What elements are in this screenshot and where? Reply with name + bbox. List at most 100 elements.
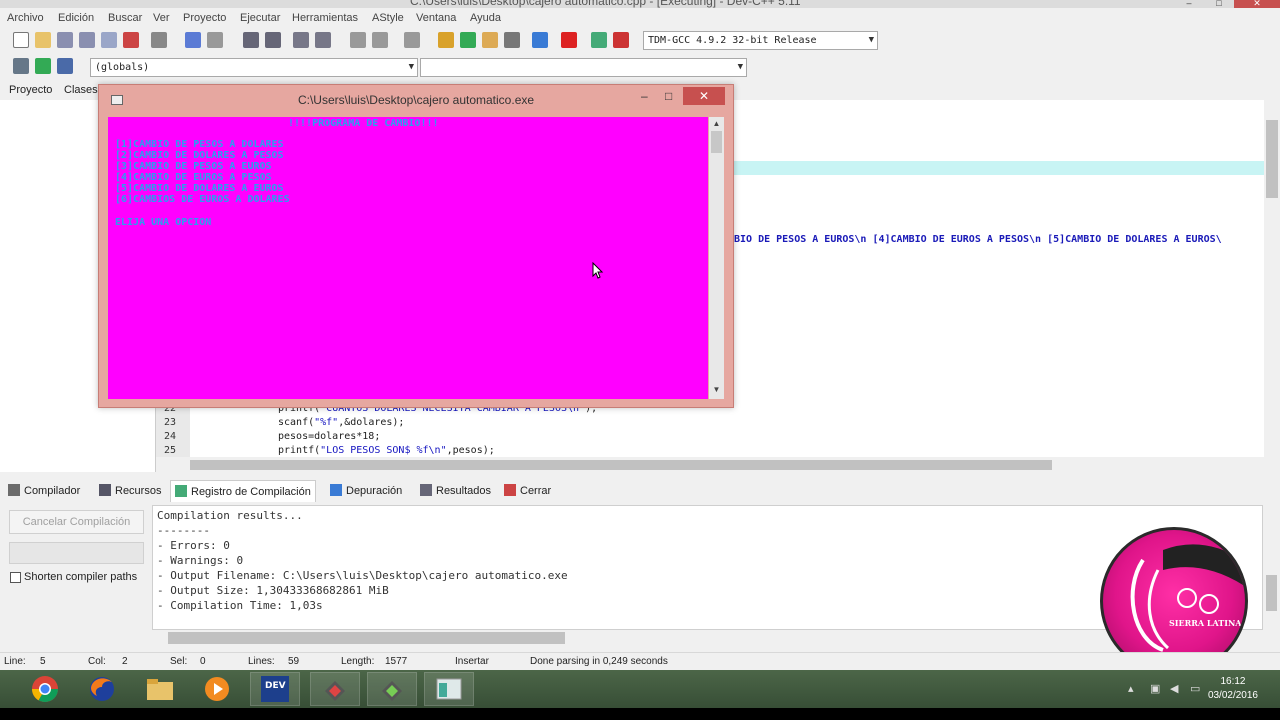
debug-icon[interactable]	[613, 32, 629, 48]
chevron-down-icon: ▼	[408, 62, 414, 72]
compile-log[interactable]: Compilation results... -------- - Errors…	[152, 505, 1263, 630]
compile-run-icon[interactable]	[482, 32, 498, 48]
taskbar: DEV ▴ ▣ ◀ ▭ 16:12 03/02/2016	[0, 670, 1280, 708]
network-icon[interactable]: ▣	[1150, 682, 1160, 695]
new-file-icon[interactable]	[13, 32, 29, 48]
undo-icon[interactable]	[185, 32, 201, 48]
menu-astyle[interactable]: AStyle	[372, 12, 404, 24]
console-minimize-button[interactable]: –	[641, 89, 648, 103]
console-option: [1]CAMBIO DE PESOS A DOLARES	[115, 139, 284, 150]
console-close-button[interactable]: ✕	[683, 87, 725, 105]
firefox-icon[interactable]	[77, 672, 127, 706]
menu-herramientas[interactable]: Herramientas	[292, 12, 358, 24]
editor-vertical-scrollbar[interactable]	[1264, 100, 1280, 457]
scrollbar-thumb[interactable]	[190, 460, 1052, 470]
tab-depuracion[interactable]: Depuración	[330, 480, 402, 502]
profile-icon[interactable]	[591, 32, 607, 48]
scroll-down-icon[interactable]: ▼	[709, 385, 724, 394]
devcpp-icon[interactable]: DEV	[250, 672, 300, 706]
menu-ver[interactable]: Ver	[153, 12, 170, 24]
clock[interactable]: 16:12 03/02/2016	[1208, 675, 1258, 703]
tab-cerrar[interactable]: Cerrar	[504, 480, 551, 502]
console-title-bar[interactable]: C:\Users\luis\Desktop\cajero automatico.…	[99, 85, 733, 113]
console-maximize-button[interactable]: □	[665, 89, 672, 103]
class-browser-icon[interactable]	[13, 58, 29, 74]
toggle-comment-icon[interactable]	[404, 32, 420, 48]
tab-clases[interactable]: Clases	[64, 84, 98, 96]
tab-compilador[interactable]: Compilador	[8, 480, 80, 502]
scrollbar-thumb[interactable]	[1266, 120, 1278, 198]
menu-buscar[interactable]: Buscar	[108, 12, 142, 24]
run-icon[interactable]	[460, 32, 476, 48]
cancel-compilation-button[interactable]: Cancelar Compilación	[9, 510, 144, 534]
check-syntax-icon[interactable]	[532, 32, 548, 48]
scrollbar-thumb[interactable]	[1266, 575, 1277, 611]
open-icon[interactable]	[35, 32, 51, 48]
menu-proyecto[interactable]: Proyecto	[183, 12, 226, 24]
editor-horizontal-scrollbar[interactable]	[156, 457, 1264, 473]
console-option: [4]CAMBIO DE EUROS A PESOS	[115, 172, 272, 183]
goto-line-icon[interactable]	[293, 32, 309, 48]
scroll-up-icon[interactable]: ▲	[709, 119, 724, 128]
member-select[interactable]: ▼	[420, 58, 747, 77]
app-icon[interactable]	[367, 672, 417, 706]
console-output[interactable]: !!!!PROGRAMA DE CAMBIO!!! [1]CAMBIO DE P…	[108, 117, 708, 399]
rebuild-icon[interactable]	[504, 32, 520, 48]
menu-ayuda[interactable]: Ayuda	[470, 12, 501, 24]
maximize-button[interactable]: □	[1204, 0, 1234, 8]
replace-icon[interactable]	[265, 32, 281, 48]
unindent-icon[interactable]	[372, 32, 388, 48]
menu-edicion[interactable]: Edición	[58, 12, 94, 24]
app-icon[interactable]	[310, 672, 360, 706]
media-player-icon[interactable]	[192, 672, 242, 706]
print-icon[interactable]	[151, 32, 167, 48]
scrollbar-thumb[interactable]	[711, 131, 722, 153]
shorten-paths-checkbox[interactable]	[10, 572, 21, 583]
scrollbar-thumb[interactable]	[168, 632, 565, 644]
console-icon[interactable]	[424, 672, 474, 706]
console-option: [3]CAMBIO DE PESOS A EUROS	[115, 161, 272, 172]
tab-proyecto[interactable]: Proyecto	[9, 84, 52, 96]
stop-icon[interactable]	[561, 32, 577, 48]
bottom-tabs: Compilador Recursos Registro de Compilac…	[0, 480, 1280, 502]
volume-icon[interactable]: ◀	[1170, 682, 1178, 695]
menu-ventana[interactable]: Ventana	[416, 12, 456, 24]
menu-archivo[interactable]: Archivo	[7, 12, 44, 24]
tab-resultados[interactable]: Resultados	[420, 480, 491, 502]
log-horizontal-scrollbar[interactable]	[152, 630, 1263, 646]
minimize-button[interactable]: –	[1174, 0, 1204, 8]
chrome-icon[interactable]	[20, 672, 70, 706]
code-line-menu-string: BIO DE PESOS A EUROS\n [4]CAMBIO DE EURO…	[734, 234, 1222, 245]
code-line: pesos=dolares*18;	[278, 431, 380, 442]
insert-icon[interactable]	[35, 58, 51, 74]
bookmark-icon[interactable]	[315, 32, 331, 48]
save-all-icon[interactable]	[79, 32, 95, 48]
file-explorer-icon[interactable]	[135, 672, 185, 706]
log-vertical-scrollbar[interactable]	[1263, 505, 1280, 646]
goto-icon[interactable]	[57, 58, 73, 74]
save-icon[interactable]	[57, 32, 73, 48]
menu-ejecutar[interactable]: Ejecutar	[240, 12, 280, 24]
redo-icon[interactable]	[207, 32, 223, 48]
grid-icon	[8, 484, 20, 496]
close-file-icon[interactable]	[101, 32, 117, 48]
indent-icon[interactable]	[350, 32, 366, 48]
log-line: Compilation results...	[157, 509, 303, 522]
keyboard-icon[interactable]: ▭	[1190, 682, 1200, 695]
log-line: - Errors: 0	[157, 539, 230, 552]
close-all-icon[interactable]	[123, 32, 139, 48]
tab-recursos[interactable]: Recursos	[99, 480, 161, 502]
compiler-select[interactable]: TDM-GCC 4.9.2 32-bit Release ▼	[643, 31, 878, 50]
menu-bar: Archivo Edición Buscar Ver Proyecto Ejec…	[0, 9, 1280, 28]
compile-icon[interactable]	[438, 32, 454, 48]
console-scrollbar[interactable]: ▲ ▼	[709, 117, 724, 399]
screen-border	[0, 708, 1280, 720]
search-icon[interactable]	[243, 32, 259, 48]
close-button[interactable]: ✕	[1234, 0, 1280, 8]
tab-registro-compilacion[interactable]: Registro de Compilación	[170, 480, 316, 502]
console-window[interactable]: C:\Users\luis\Desktop\cajero automatico.…	[98, 84, 734, 408]
show-hidden-icons-icon[interactable]: ▴	[1128, 682, 1134, 695]
scope-select[interactable]: (globals) ▼	[90, 58, 418, 77]
code-string: "LOS PESOS SON$ %f\n"	[320, 445, 447, 456]
search-results-icon	[420, 484, 432, 496]
